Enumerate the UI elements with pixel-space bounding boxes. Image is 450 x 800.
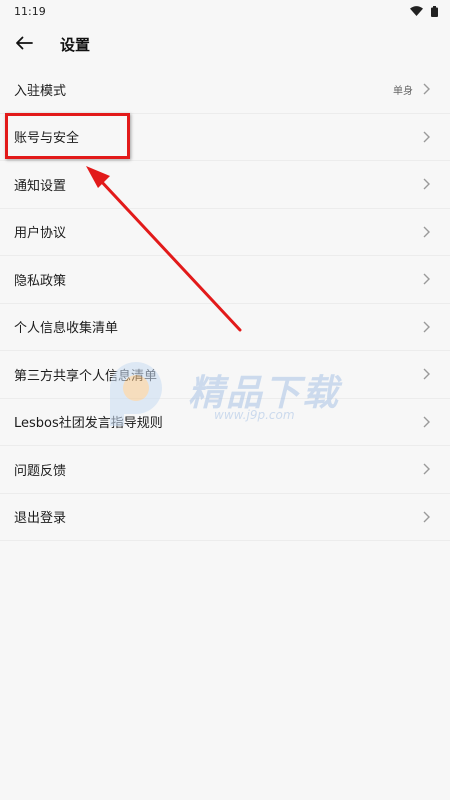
chevron-right-icon [423,511,430,523]
settings-item-label: 入驻模式 [14,83,67,99]
settings-screen: 11:19 设置 入驻模式 单身 账号与安全 通知设置 用户协议 隐私政策 个人… [0,0,450,800]
chevron-right-icon [423,131,430,143]
chevron-right-icon [423,368,430,380]
app-header: 设置 [0,22,450,66]
settings-item-logout[interactable]: 退出登录 [0,494,450,541]
settings-item-label: 退出登录 [14,511,67,527]
chevron-right-icon [423,83,430,95]
settings-item-personal-info-list[interactable]: 个人信息收集清单 [0,304,450,351]
status-icons [410,5,438,17]
page-title: 设置 [60,35,91,54]
watermark-logo-icon [110,362,162,426]
chevron-right-icon [423,273,430,285]
chevron-right-icon [423,226,430,238]
settings-item-label: 个人信息收集清单 [14,321,119,337]
status-bar: 11:19 [0,0,450,22]
watermark: 精品下载 www.j9p.com [100,356,360,436]
back-button[interactable] [4,24,44,64]
status-time: 11:19 [14,4,46,18]
battery-icon [431,5,438,17]
settings-item-feedback[interactable]: 问题反馈 [0,446,450,494]
settings-item-value: 单身 [393,85,413,97]
settings-item-residency-mode[interactable]: 入驻模式 单身 [0,66,450,114]
settings-item-label: 隐私政策 [14,273,67,289]
chevron-right-icon [423,178,430,190]
wifi-icon [410,6,423,16]
arrow-left-icon [15,35,33,54]
chevron-right-icon [423,416,430,428]
settings-item-user-agreement[interactable]: 用户协议 [0,209,450,256]
chevron-right-icon [423,321,430,333]
annotation-highlight-box [5,113,130,159]
watermark-url: www.j9p.com [214,408,295,422]
settings-item-label: 用户协议 [14,226,67,242]
chevron-right-icon [423,463,430,475]
settings-item-label: 通知设置 [14,178,67,194]
settings-item-label: 问题反馈 [14,463,67,479]
settings-item-notifications[interactable]: 通知设置 [0,161,450,209]
settings-item-privacy-policy[interactable]: 隐私政策 [0,256,450,304]
